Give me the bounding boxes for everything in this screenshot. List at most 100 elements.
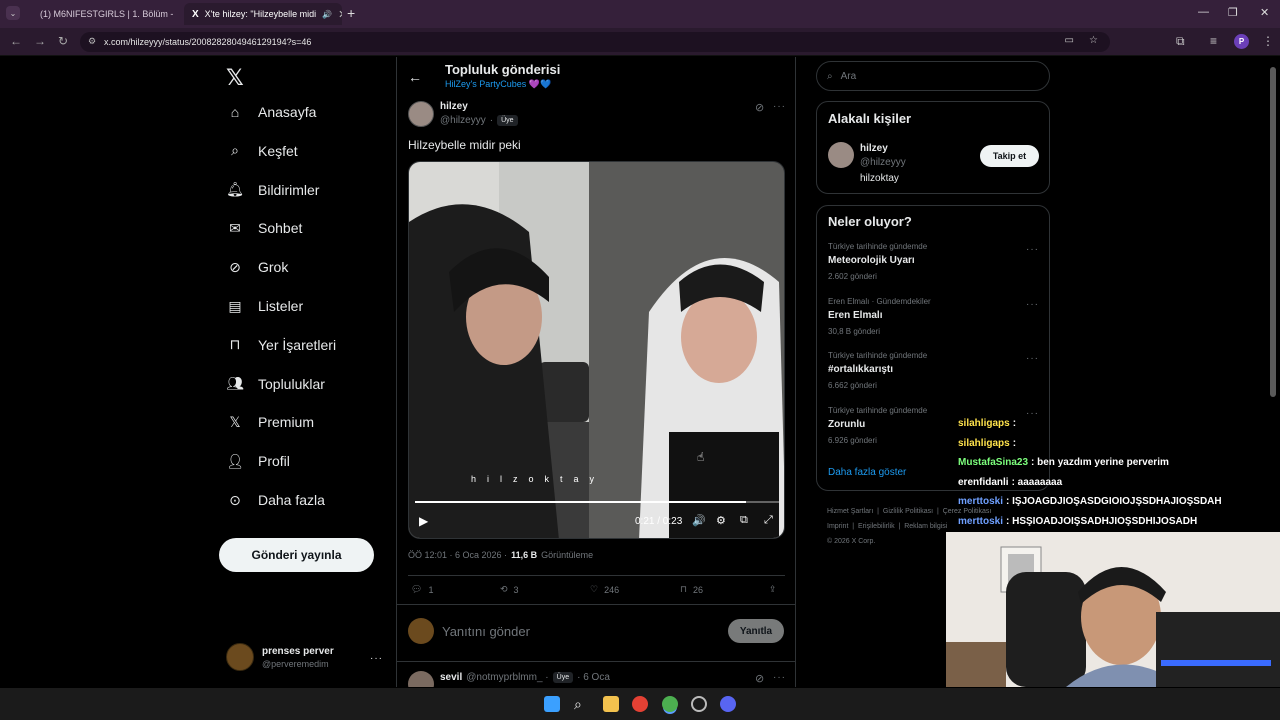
extensions-icon[interactable]: ⧉ — [1176, 34, 1185, 49]
account-switcher[interactable]: prenses perver @perveremedim — [226, 643, 334, 671]
post-time[interactable]: ÖÖ 12:01 · 6 Oca 2026 · — [408, 550, 507, 560]
sidebar-item-9[interactable]: 👤︎ Profil — [226, 452, 290, 470]
trend-item[interactable]: Türkiye tarihinde gündemde Meteorolojik U… — [828, 242, 927, 281]
relevant-name[interactable]: hilzey — [860, 143, 888, 154]
video-progress-fill — [415, 501, 747, 503]
trend-more-icon[interactable]: ··· — [1026, 353, 1039, 364]
grok-icon[interactable]: ⊘ — [755, 101, 764, 114]
reply-input[interactable]: Yanıtını gönder — [442, 624, 530, 639]
grok-icon[interactable]: ⊘ — [755, 672, 764, 685]
chrome-active-icon[interactable] — [662, 696, 678, 712]
pip-icon[interactable]: ⧉ — [740, 514, 748, 527]
sidebar-item-3[interactable]: ✉ Sohbet — [226, 219, 302, 237]
search-input[interactable]: Ara — [841, 71, 857, 82]
video-player[interactable]: h i l z o k t a y ▶ 0:21 / 0:23 🔊 ⚙ ⧉ ⤢ … — [408, 161, 785, 539]
footer-link[interactable]: Erişilebilirlik — [858, 523, 895, 530]
video-progress-track[interactable] — [415, 501, 779, 503]
sidebar-item-label: Keşfet — [258, 142, 298, 159]
menu-icon[interactable]: ⋮ — [1262, 34, 1274, 48]
address-bar[interactable]: ⚙ x.com/hilzeyyy/status/2008282804946129… — [80, 32, 1110, 52]
back-icon[interactable]: ← — [10, 34, 22, 48]
chrome-icon[interactable] — [632, 696, 648, 712]
tab-search-icon[interactable]: ⌄ — [6, 6, 20, 20]
repost-action[interactable]: ⟲ 3 — [500, 584, 519, 595]
follow-button[interactable]: Takip et — [980, 145, 1039, 167]
like-action[interactable]: ♡ 246 — [590, 584, 619, 595]
trend-context: Eren Elmalı · Gündemdekiler — [828, 296, 931, 306]
bookmark-star-icon[interactable]: ☆ — [1089, 35, 1098, 46]
footer-link[interactable]: Hizmet Şartları — [827, 508, 873, 515]
trend-more-icon[interactable]: ··· — [1026, 408, 1039, 419]
discord-icon[interactable] — [720, 696, 736, 712]
reload-icon[interactable]: ↻ — [58, 34, 68, 48]
restore-icon[interactable]: ❐ — [1228, 6, 1238, 19]
x-logo-icon[interactable]: 𝕏 — [226, 65, 244, 91]
reply-button[interactable]: Yanıtla — [728, 619, 784, 643]
trend-item[interactable]: Eren Elmalı · Gündemdekiler Eren Elmalı 30… — [828, 297, 931, 336]
sidebar-item-8[interactable]: 𝕏 Premium — [226, 413, 314, 431]
next-post-avatar[interactable] — [408, 671, 434, 687]
tab-youtube[interactable]: (1) M6NIFESTGIRLS | 1. Bölüm - ✕ — [26, 3, 180, 25]
next-post-name[interactable]: sevil — [440, 672, 462, 683]
sidebar-item-5[interactable]: ▤ Listeler — [226, 297, 303, 315]
media-controls-icon[interactable]: ≡ — [1210, 34, 1217, 48]
settings-icon[interactable]: ⚙ — [716, 514, 726, 527]
back-arrow-icon[interactable]: ← — [408, 69, 422, 85]
sidebar-item-label: Premium — [258, 414, 315, 431]
forward-icon[interactable]: → — [34, 34, 46, 48]
relevant-bio: hilzoktay — [860, 173, 899, 184]
sidebar-item-6[interactable]: ⊓ Yer İşaretleri — [226, 336, 337, 354]
play-icon[interactable]: ▶ — [419, 514, 428, 528]
post-more-icon[interactable]: ··· — [773, 101, 786, 112]
sidebar-item-1[interactable]: ⌕ Keşfet — [226, 142, 298, 160]
sidebar-item-7[interactable]: 👥︎ Topluluklar — [226, 375, 325, 393]
footer-link[interactable]: Imprint — [827, 523, 848, 530]
footer-link[interactable]: Çerez Politikası — [943, 508, 992, 515]
author-handle[interactable]: @hilzeyyy — [440, 115, 486, 126]
show-more-link[interactable]: Daha fazla göster — [828, 467, 906, 478]
search-icon[interactable]: ⌕ — [574, 696, 590, 712]
next-post-date: · 6 Oca — [577, 672, 610, 683]
close-tab-icon[interactable]: ✕ — [338, 8, 342, 21]
search-box[interactable]: ⌕ Ara — [816, 61, 1050, 91]
minimize-icon[interactable]: — — [1198, 6, 1209, 18]
profile-avatar[interactable]: P — [1234, 34, 1249, 49]
tab-x-post[interactable]: X X'te hilzey: "Hilzeybelle midi 🔊 ✕ — [184, 3, 342, 25]
sidebar-item-0[interactable]: ⌂ Anasayfa — [226, 103, 317, 121]
sidebar-item-2[interactable]: 🔔︎ Bildirimler — [226, 181, 319, 199]
trend-item[interactable]: Türkiye tarihinde gündemde Zorunlu 6.926 g… — [828, 406, 927, 445]
new-tab-icon[interactable]: + — [347, 5, 355, 21]
post-button[interactable]: Gönderi yayınla — [219, 538, 374, 572]
volume-icon[interactable]: 🔊 — [692, 514, 706, 527]
account-more-icon[interactable]: ··· — [370, 653, 383, 664]
windows-start-icon[interactable] — [544, 696, 560, 712]
heart-icon: ♡ — [590, 584, 599, 594]
footer-link[interactable]: Gizlilik Politikası — [883, 508, 933, 515]
post-more-icon[interactable]: ··· — [773, 672, 786, 683]
share-action[interactable]: ⇪ — [769, 584, 777, 595]
cast-icon[interactable]: ▭ — [1065, 35, 1074, 46]
community-name[interactable]: HilZey's PartyCubes 💜💙 — [445, 79, 551, 90]
bookmark-action[interactable]: ⊓ 26 — [680, 584, 703, 595]
trend-more-icon[interactable]: ··· — [1026, 299, 1039, 310]
footer-link[interactable]: Reklam bilgisi — [904, 523, 947, 530]
app-icon[interactable] — [691, 696, 707, 712]
sidebar-item-10[interactable]: ⊙ Daha fazla — [226, 491, 325, 509]
author-name[interactable]: hilzey — [440, 101, 468, 112]
page-scrollbar[interactable] — [1270, 67, 1276, 397]
next-post-handle[interactable]: @notmyprblmm_ · — [466, 672, 548, 683]
reply-action[interactable]: 💬︎ 1 — [411, 584, 433, 595]
file-explorer-icon[interactable] — [603, 696, 619, 712]
author-avatar[interactable] — [408, 101, 434, 127]
close-window-icon[interactable]: ✕ — [1260, 6, 1269, 19]
avatar[interactable] — [828, 142, 854, 168]
trend-item[interactable]: Türkiye tarihinde gündemde #ortalıkkarışt… — [828, 351, 927, 390]
site-info-icon[interactable]: ⚙ — [88, 36, 96, 47]
relevant-handle[interactable]: @hilzeyyy — [860, 157, 906, 168]
audio-playing-icon[interactable]: 🔊 — [322, 10, 332, 19]
trend-more-icon[interactable]: ··· — [1026, 244, 1039, 255]
close-tab-icon[interactable]: ✕ — [179, 8, 180, 21]
search-icon: ⌕ — [827, 70, 833, 82]
sidebar-item-4[interactable]: ⊘ Grok — [226, 258, 288, 276]
fullscreen-icon[interactable]: ⤢ — [764, 514, 773, 527]
